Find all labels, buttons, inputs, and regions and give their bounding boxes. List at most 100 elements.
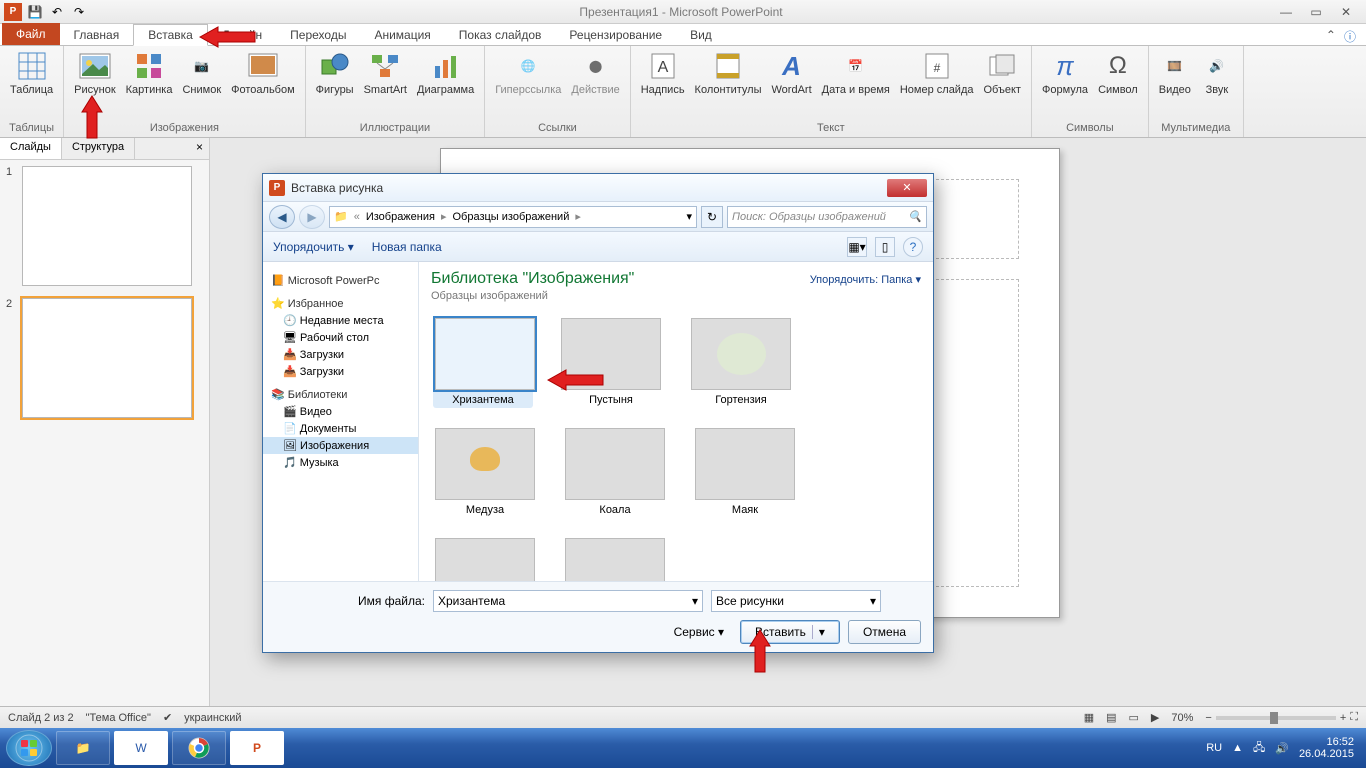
tab-insert[interactable]: Вставка — [133, 24, 208, 46]
zoom-in-button[interactable]: + — [1340, 712, 1346, 724]
tab-view[interactable]: Вид — [676, 25, 726, 45]
tab-review[interactable]: Рецензирование — [555, 25, 676, 45]
new-folder-button[interactable]: Новая папка — [372, 240, 442, 254]
breadcrumb-sub[interactable]: Образцы изображений — [453, 211, 570, 223]
insert-audio[interactable]: 🔊Звук — [1197, 48, 1237, 120]
insert-screenshot[interactable]: 📷 Снимок — [178, 48, 225, 120]
tray-flag-icon[interactable]: ▲ — [1232, 742, 1243, 754]
panel-tab-outline[interactable]: Структура — [62, 138, 135, 159]
file-item[interactable]: Коала — [565, 428, 665, 516]
insert-clipart[interactable]: Картинка — [122, 48, 177, 120]
organize-menu[interactable]: Упорядочить ▾ — [273, 240, 354, 254]
spellcheck-icon[interactable]: ✔ — [163, 711, 172, 724]
sidebar-recent[interactable]: 🕘 Недавние места — [263, 312, 418, 329]
sidebar-powerpoint[interactable]: 📙 Microsoft PowerPc — [263, 272, 418, 289]
sidebar-images[interactable]: 🖼 Изображения — [263, 437, 418, 454]
tray-network-icon[interactable]: 🖧 — [1253, 739, 1265, 758]
slide-thumbnail-1[interactable] — [22, 166, 192, 286]
file-item[interactable]: Гортензия — [691, 318, 791, 406]
insert-headerfooter[interactable]: Колонтитулы — [691, 48, 766, 120]
tab-animation[interactable]: Анимация — [360, 25, 444, 45]
zoom-fit-button[interactable]: ⛶ — [1350, 711, 1358, 724]
zoom-slider[interactable] — [1216, 716, 1336, 720]
insert-textbox[interactable]: AНадпись — [637, 48, 689, 120]
task-powerpoint[interactable]: P — [230, 731, 284, 765]
nav-back-button[interactable]: ◀ — [269, 205, 295, 229]
insert-chart[interactable]: Диаграмма — [413, 48, 478, 120]
library-sort[interactable]: Упорядочить: Папка ▾ — [810, 273, 921, 286]
task-explorer[interactable]: 📁 — [56, 731, 110, 765]
insert-split-icon[interactable]: ▾ — [812, 625, 825, 639]
sidebar-desktop[interactable]: 🖥 Рабочий стол — [263, 329, 418, 346]
tools-menu[interactable]: Сервис ▾ — [674, 625, 724, 639]
slide-thumbnail-2[interactable] — [22, 298, 192, 418]
file-item[interactable]: Пингвины — [435, 538, 535, 581]
insert-smartart[interactable]: SmartArt — [360, 48, 411, 120]
dialog-close-button[interactable]: ✕ — [887, 179, 927, 197]
view-reading-icon[interactable]: ▭ — [1129, 711, 1139, 724]
tab-file[interactable]: Файл — [2, 23, 60, 45]
file-item[interactable]: Тюльпаны — [565, 538, 665, 581]
filetype-filter[interactable]: Все рисунки▾ — [711, 590, 881, 612]
status-language[interactable]: украинский — [184, 712, 241, 724]
insert-wordart[interactable]: AWordArt — [768, 48, 816, 120]
sidebar-documents[interactable]: 📄 Документы — [263, 420, 418, 437]
tab-slideshow[interactable]: Показ слайдов — [445, 25, 556, 45]
panel-tab-slides[interactable]: Слайды — [0, 138, 62, 159]
sidebar-downloads-2[interactable]: 📥 Загрузки — [263, 363, 418, 380]
ribbon-minimize-icon[interactable]: ⌃ — [1326, 28, 1336, 45]
sidebar-music[interactable]: 🎵 Музыка — [263, 454, 418, 471]
tab-home[interactable]: Главная — [60, 25, 134, 45]
insert-equation[interactable]: πФормула — [1038, 48, 1092, 120]
sidebar-downloads[interactable]: 📥 Загрузки — [263, 346, 418, 363]
close-button[interactable]: ✕ — [1334, 4, 1358, 20]
tray-clock[interactable]: 16:52 26.04.2015 — [1299, 736, 1354, 760]
tray-volume-icon[interactable]: 🔊 — [1275, 742, 1289, 755]
redo-icon[interactable]: ↷ — [70, 3, 88, 21]
undo-icon[interactable]: ↶ — [48, 3, 66, 21]
insert-button[interactable]: Вставить▾ — [740, 620, 840, 644]
sidebar-video[interactable]: 🎬 Видео — [263, 403, 418, 420]
filename-input[interactable]: Хризантема▾ — [433, 590, 703, 612]
file-item[interactable]: Медуза — [435, 428, 535, 516]
tab-transitions[interactable]: Переходы — [276, 25, 360, 45]
file-item[interactable]: Пустыня — [561, 318, 661, 406]
cancel-button[interactable]: Отмена — [848, 620, 921, 644]
dialog-titlebar[interactable]: P Вставка рисунка ✕ — [263, 174, 933, 202]
view-mode-button[interactable]: ▦▾ — [847, 237, 867, 257]
file-item[interactable]: Хризантема — [433, 316, 533, 408]
insert-symbol[interactable]: ΩСимвол — [1094, 48, 1142, 120]
start-button[interactable] — [6, 730, 52, 766]
zoom-value[interactable]: 70% — [1171, 712, 1193, 724]
panel-close-icon[interactable]: × — [190, 138, 209, 159]
insert-shapes[interactable]: Фигуры — [312, 48, 358, 120]
save-icon[interactable]: 💾 — [26, 3, 44, 21]
help-button[interactable]: ? — [903, 237, 923, 257]
maximize-button[interactable]: ▭ — [1304, 4, 1328, 20]
insert-object[interactable]: Объект — [980, 48, 1025, 120]
zoom-out-button[interactable]: − — [1205, 712, 1211, 724]
insert-video[interactable]: 🎞️Видео — [1155, 48, 1195, 120]
insert-slidenumber[interactable]: #Номер слайда — [896, 48, 978, 120]
insert-datetime[interactable]: 📅Дата и время — [818, 48, 894, 120]
dialog-search-input[interactable]: Поиск: Образцы изображений 🔍 — [727, 206, 927, 228]
view-sorter-icon[interactable]: ▤ — [1106, 711, 1116, 724]
preview-pane-button[interactable]: ▯ — [875, 237, 895, 257]
tray-lang[interactable]: RU — [1206, 742, 1222, 754]
refresh-button[interactable]: ↻ — [701, 206, 723, 228]
view-normal-icon[interactable]: ▦ — [1084, 711, 1094, 724]
search-icon[interactable]: 🔍 — [908, 210, 922, 223]
task-chrome[interactable] — [172, 731, 226, 765]
sidebar-favorites[interactable]: ⭐ Избранное — [263, 295, 418, 312]
address-bar[interactable]: 📁 « Изображения ▸ Образцы изображений ▸ … — [329, 206, 697, 228]
address-dropdown-icon[interactable]: ▾ — [686, 210, 692, 223]
minimize-button[interactable]: — — [1274, 4, 1298, 20]
insert-picture[interactable]: Рисунок — [70, 48, 120, 120]
insert-table[interactable]: Таблица — [6, 48, 57, 120]
help-icon[interactable]: ⓘ — [1344, 28, 1356, 45]
insert-photoalbum[interactable]: Фотоальбом — [227, 48, 299, 120]
file-item[interactable]: Маяк — [695, 428, 795, 516]
breadcrumb-root[interactable]: Изображения — [366, 211, 435, 223]
task-word[interactable]: W — [114, 731, 168, 765]
view-slideshow-icon[interactable]: ▶ — [1151, 711, 1159, 724]
